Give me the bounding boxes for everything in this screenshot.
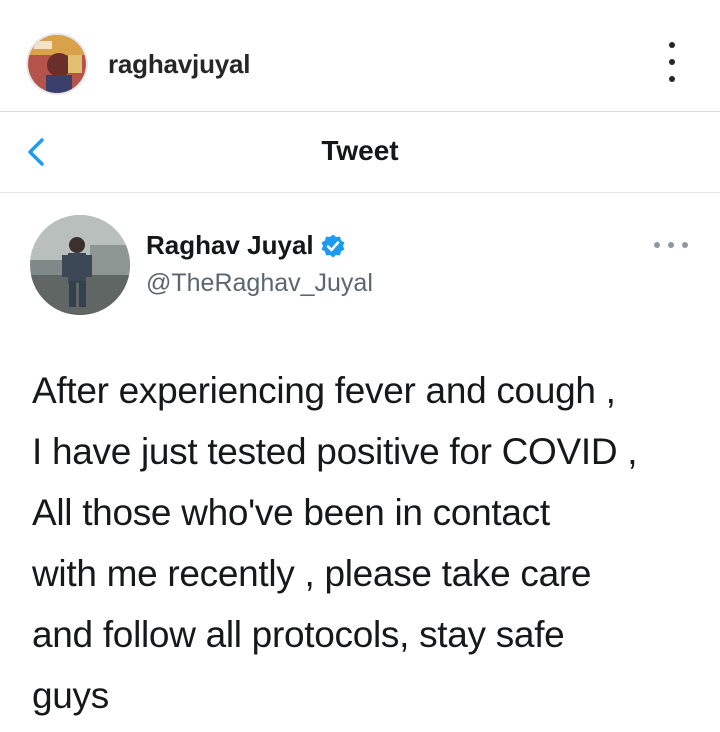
verified-badge-icon — [320, 233, 346, 259]
tweet-text-line: guys — [32, 675, 109, 716]
tweet-text-line: and follow all protocols, stay safe — [32, 614, 565, 655]
tweet-text-line: I have just tested positive for COVID , — [32, 431, 638, 472]
instagram-username[interactable]: raghavjuyal — [108, 49, 251, 80]
more-options-icon[interactable] — [654, 240, 688, 250]
tweet-text-line: After experiencing fever and cough , — [32, 370, 616, 411]
tweet-text: After experiencing fever and cough , I h… — [32, 360, 702, 726]
tweet-text-line: with me recently , please take care — [32, 553, 592, 594]
tweet-author-handle[interactable]: @TheRaghav_Juyal — [146, 269, 373, 298]
kebab-menu-icon[interactable] — [660, 42, 684, 82]
tweet-text-line: All those who've been in contact — [32, 492, 550, 533]
tweet-author-name[interactable]: Raghav Juyal — [146, 230, 314, 261]
instagram-avatar[interactable] — [26, 33, 88, 95]
page-title: Tweet — [321, 135, 399, 166]
tweet-author-name-row: Raghav Juyal — [146, 230, 346, 261]
tweet-author-avatar[interactable] — [30, 215, 130, 315]
